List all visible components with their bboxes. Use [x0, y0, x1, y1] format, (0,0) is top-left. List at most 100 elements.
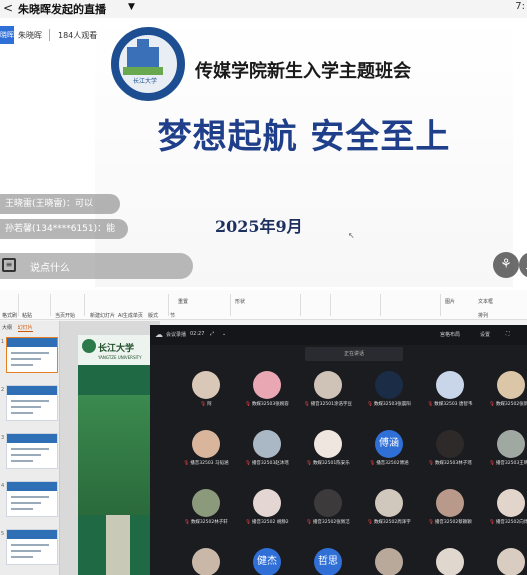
meeting-window: ☁ 会议录播 02:27 ⤢ ⌄ 宫格布局 设置 ⛶ 正在讲话 🎙阿 🎙数媒325… — [150, 325, 527, 575]
thumbnail-band — [7, 530, 57, 539]
participant-tile[interactable] — [359, 546, 419, 575]
share-icon[interactable]: ⤴ — [519, 252, 527, 278]
mic-muted-icon: 🎙 — [428, 520, 434, 525]
participant-tile[interactable]: 哲思 — [298, 546, 358, 575]
thumbnail-text-line — [11, 550, 41, 552]
slide-thumbnail[interactable] — [6, 433, 58, 469]
tab-slides[interactable]: 幻灯片 — [17, 325, 33, 332]
participant-tile[interactable]: 🎙数媒32502林子轩 — [176, 487, 236, 531]
mic-muted-icon: 🎙 — [489, 402, 495, 407]
participant-name: 播音32502傅涵 — [376, 461, 409, 466]
slide-thumbnail[interactable] — [6, 337, 58, 373]
avatar[interactable]: 晓晖 — [0, 26, 14, 44]
thumbnail-number: 2 — [1, 387, 5, 393]
ribbon-button[interactable]: 当页开始 — [55, 312, 75, 319]
participant-tile[interactable]: 🎙阿 — [176, 369, 236, 413]
thumbnail-text-line — [11, 454, 41, 456]
ribbon-button[interactable]: 文本框 — [478, 298, 493, 305]
ribbon-toolbar: 格式刷 粘贴 当页开始 新建幻灯片 AI生成单页 版式 节重置 形状 图片 文本框排列 — [0, 290, 527, 320]
slide-thumbnail[interactable] — [6, 385, 58, 421]
thumbnail-text-line — [11, 496, 49, 498]
thumbnail-text-line — [11, 448, 49, 450]
participant-tile[interactable] — [420, 546, 480, 575]
thumbnail-number: 1 — [1, 339, 5, 345]
participant-name: 数媒32503张婉容 — [251, 402, 289, 407]
ribbon-button[interactable]: AI生成单页 — [118, 312, 143, 319]
ribbon-button[interactable]: 形状 — [235, 298, 245, 305]
participant-tile[interactable]: 傅涵 🎙播音32502傅涵 — [359, 428, 419, 472]
thumbnail-number: 3 — [1, 435, 5, 441]
tab-outline[interactable]: 大纲 — [2, 325, 12, 331]
participant-tile[interactable]: 🎙播音32501涂浩宇豆 — [298, 369, 358, 413]
pane-tabs: 大纲 幻灯片 — [2, 324, 33, 332]
participant-tile[interactable]: 🎙播音32502张佩洁 — [298, 487, 358, 531]
thumbnail-text-line — [11, 358, 41, 360]
participant-name: 播音32503 马韬涵 — [190, 461, 229, 466]
participant-tile[interactable]: 🎙播音32503赵沐瑶 — [237, 428, 297, 472]
avatar — [314, 430, 342, 458]
ribbon-button[interactable]: 版式 — [148, 312, 158, 319]
participant-name: 播音32503赵沐瑶 — [251, 461, 289, 466]
ribbon-divider — [168, 294, 169, 316]
ribbon-button[interactable]: 粘贴 — [22, 312, 32, 319]
ribbon-button[interactable]: 格式刷 — [2, 312, 17, 319]
grid-layout-button[interactable]: 宫格布局 — [440, 331, 460, 338]
participant-tile[interactable] — [176, 546, 236, 575]
mic-muted-icon: 🎙 — [306, 461, 312, 466]
participant-tile[interactable]: 🎙数媒32502周泽宇 — [359, 487, 419, 531]
ribbon-button[interactable]: 新建幻灯片 — [90, 312, 115, 319]
participant-tile[interactable]: 🎙数媒32503林子瑶 — [420, 428, 480, 472]
participant-tile[interactable]: 🎙数媒32503 唐智韦 — [420, 369, 480, 413]
participant-tile[interactable]: 🎙播音32502向博文 — [481, 487, 527, 531]
participant-tile[interactable]: 🎙数媒32502张新磊 — [481, 369, 527, 413]
participant-name: 数媒32503林子瑶 — [434, 461, 472, 466]
participant-tile[interactable]: 🎙数媒32503张晨阳 — [359, 369, 419, 413]
back-icon[interactable]: < — [3, 1, 13, 15]
participant-name: 阿 — [207, 402, 212, 407]
ribbon-divider — [440, 294, 441, 316]
participant-tile[interactable]: 🎙播音32502 胡静2 — [237, 487, 297, 531]
mic-muted-icon: 🎙 — [245, 461, 251, 466]
participant-tile[interactable]: 🎙播音32503王晴宇 — [481, 428, 527, 472]
slide-thumbnail[interactable] — [6, 529, 58, 565]
mic-muted-icon: 🎙 — [245, 520, 252, 525]
participant-name-row: 🎙数媒32502林子轩 — [176, 519, 236, 525]
participant-tile[interactable]: 🎙播音32502蔡颖颖 — [420, 487, 480, 531]
mic-muted-icon: 🎙 — [303, 402, 310, 407]
avatar — [192, 371, 220, 399]
chevron-down-icon[interactable]: ▼ — [128, 2, 135, 12]
participant-tile[interactable] — [481, 546, 527, 575]
participant-name-row: 🎙播音32502向博文 — [481, 519, 527, 525]
mic-muted-icon: 🎙 — [489, 461, 495, 466]
meeting-logo-icon: ☁ — [155, 330, 163, 339]
ribbon-button[interactable]: 重置 — [178, 298, 188, 305]
thumbnail-text-line — [11, 412, 33, 414]
participant-name-row: 🎙播音32503王晴宇 — [481, 460, 527, 466]
participant-tile[interactable]: 🎙数媒32503张婉容 — [237, 369, 297, 413]
ribbon-button[interactable]: 图片 — [445, 298, 455, 305]
danmaku-toggle-icon[interactable]: ≡ — [2, 258, 16, 272]
gift-icon[interactable]: ⚘ — [493, 252, 519, 278]
participant-tile[interactable]: 🎙数媒32501陈安乐 — [298, 428, 358, 472]
mic-muted-icon: 🎙 — [183, 461, 190, 466]
avatar — [375, 548, 403, 575]
ribbon-button[interactable]: 排列 — [478, 312, 488, 319]
settings-button[interactable]: 设置 — [480, 331, 490, 338]
thumbnail-band — [7, 482, 57, 491]
avatar — [497, 489, 525, 517]
fullscreen-icon[interactable]: ⛶ — [506, 331, 510, 337]
ribbon-button[interactable]: 节 — [170, 312, 175, 319]
logo-building — [127, 47, 159, 67]
participant-tile[interactable]: 健杰 — [237, 546, 297, 575]
ribbon-divider — [330, 294, 331, 316]
current-slide[interactable]: 长江大学 YANGTZE UNIVERSITY — [78, 335, 158, 575]
participant-name-row: 🎙数媒32503张婉容 — [237, 401, 297, 407]
expand-icon[interactable]: ⤢ — [210, 331, 214, 337]
chevron-down-icon[interactable]: ⌄ — [222, 331, 226, 337]
participant-tile[interactable]: 🎙播音32503 马韬涵 — [176, 428, 236, 472]
host-info[interactable]: 晓晖 朱晓晖 184人观看 — [0, 26, 108, 44]
avatar — [253, 430, 281, 458]
comment-input[interactable]: ≡ 说点什么 — [0, 253, 193, 279]
avatar — [192, 430, 220, 458]
slide-thumbnail[interactable] — [6, 481, 58, 517]
